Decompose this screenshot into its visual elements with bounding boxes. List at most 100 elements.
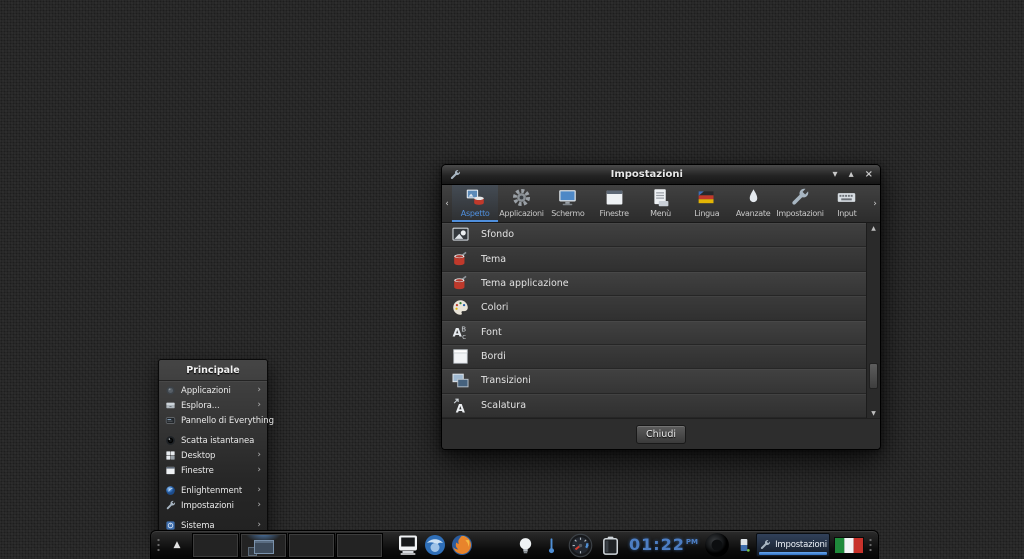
wallpaper-icon: [451, 225, 470, 244]
submenu-arrow-icon: ›: [257, 451, 261, 460]
menu-item-finestre[interactable]: Finestre›: [159, 463, 267, 478]
shelf-handle-left[interactable]: [156, 537, 161, 553]
menu-item-impostazioni[interactable]: Impostazioni›: [159, 498, 267, 513]
tab-label: Aspetto: [461, 209, 490, 218]
submenu-arrow-icon: ›: [257, 466, 261, 475]
settings-window: Impostazioni ▾ ▴ × ‹ Aspetto Applicazioni…: [441, 164, 881, 450]
list-scrollbar[interactable]: ▲ ▼: [866, 223, 880, 418]
paint-bucket-icon: [451, 274, 470, 293]
taskbar-item-impostazioni[interactable]: Impostazioni: [756, 533, 830, 557]
pager-desktop-1[interactable]: [193, 534, 238, 557]
wrench-icon: [789, 187, 810, 208]
list-item-transizioni[interactable]: Transizioni: [442, 369, 866, 393]
menu-item-label: Desktop: [181, 451, 252, 461]
clock[interactable]: 01:22 PM: [629, 534, 698, 556]
list-item-label: Sfondo: [481, 229, 514, 240]
desktop-grid-icon: [165, 450, 176, 461]
pager-window-thumbnail: [254, 540, 274, 554]
menu-item-enlightenment[interactable]: Enlightenment›: [159, 483, 267, 498]
italy-flag-icon[interactable]: [834, 537, 864, 554]
list-item-sfondo[interactable]: Sfondo: [442, 223, 866, 247]
list-item-tema[interactable]: Tema: [442, 247, 866, 271]
scroll-thumb[interactable]: [869, 363, 878, 389]
window-titlebar[interactable]: Impostazioni ▾ ▴ ×: [442, 165, 880, 185]
wrench-icon: [759, 539, 771, 551]
tab-menu[interactable]: Menù: [637, 185, 683, 222]
clock-meridiem: PM: [686, 539, 698, 546]
borders-icon: [451, 347, 470, 366]
chevron-up-button[interactable]: ▴: [849, 170, 854, 180]
menu-item-label: Applicazioni: [181, 386, 252, 396]
tab-label: Applicazioni: [499, 209, 543, 218]
tab-label: Finestre: [600, 209, 629, 218]
settings-category-list: Sfondo Tema Tema applicazione ColoriABcFont…: [442, 223, 880, 419]
start-button[interactable]: ▲: [165, 534, 189, 556]
tab-finestre[interactable]: Finestre: [591, 185, 637, 222]
shelf-handle-right[interactable]: [868, 537, 873, 553]
menu-item-label: Impostazioni: [181, 501, 252, 511]
list-item-tema-applicazione[interactable]: Tema applicazione: [442, 272, 866, 296]
list-item-scalatura[interactable]: AScalatura: [442, 394, 866, 418]
mixer-gadget[interactable]: [704, 532, 730, 558]
computer-launcher[interactable]: [396, 533, 420, 557]
menu-item-esplora[interactable]: Esplora...›: [159, 398, 267, 413]
tab-input[interactable]: Input: [824, 185, 870, 222]
tab-label: Input: [837, 209, 856, 218]
scroll-up-icon[interactable]: ▲: [867, 223, 880, 233]
scroll-track[interactable]: [869, 233, 878, 408]
scaling-icon: A: [451, 396, 470, 415]
input-devices-icon: [836, 187, 857, 208]
transitions-icon: [451, 371, 470, 390]
tab-lingua[interactable]: Lingua: [684, 185, 730, 222]
bottom-shelf: ▲ 01:22 PM Impostazioni: [150, 530, 879, 559]
tab-aspetto[interactable]: Aspetto: [452, 185, 498, 222]
temperature-gadget[interactable]: [542, 536, 561, 555]
tab-impostazioni[interactable]: Impostazioni: [776, 185, 823, 222]
tab-schermo[interactable]: Schermo: [545, 185, 591, 222]
tab-label: Lingua: [694, 209, 719, 218]
menu-title: Principale: [159, 362, 267, 381]
paint-bucket-icon: [451, 250, 470, 269]
lightbulb-gadget[interactable]: [515, 535, 536, 556]
tab-applicazioni[interactable]: Applicazioni: [498, 185, 544, 222]
svg-text:c: c: [462, 332, 466, 341]
enlightenment-icon: [165, 485, 176, 496]
menu-item-pannello-di-everything[interactable]: Pannello di Everything: [159, 413, 267, 428]
drop-icon: [743, 187, 764, 208]
close-button[interactable]: ×: [865, 170, 873, 180]
pager-desktop-2[interactable]: [241, 534, 286, 557]
desktop[interactable]: Impostazioni ▾ ▴ × ‹ Aspetto Applicazioni…: [0, 0, 1024, 559]
list-item-font[interactable]: ABcFont: [442, 321, 866, 345]
active-task-highlight: [759, 552, 827, 555]
chiudi-button[interactable]: Chiudi: [636, 425, 686, 444]
list-item-label: Tema: [481, 254, 506, 265]
firefox-launcher[interactable]: [450, 533, 474, 557]
scroll-down-icon[interactable]: ▼: [867, 408, 880, 418]
menu-page-icon: [650, 187, 671, 208]
list-item-colori[interactable]: Colori: [442, 296, 866, 320]
submenu-arrow-icon: ›: [257, 521, 261, 530]
tab-avanzate[interactable]: Avanzate: [730, 185, 776, 222]
toolbar-scroll-left-icon[interactable]: ‹: [442, 185, 452, 222]
list-item-bordi[interactable]: Bordi: [442, 345, 866, 369]
clock-time: 01:22: [629, 534, 685, 556]
pager-desktop-3[interactable]: [289, 534, 334, 557]
menu-item-scatta-istantanea[interactable]: Scatta istantanea: [159, 433, 267, 448]
menu-item-label: Sistema: [181, 521, 252, 531]
battery-gadget[interactable]: [600, 534, 623, 557]
menu-item-applicazioni[interactable]: Applicazioni›: [159, 383, 267, 398]
tab-label: Impostazioni: [776, 209, 823, 218]
screen-icon: [557, 187, 578, 208]
list-item-label: Tema applicazione: [481, 278, 569, 289]
pager-desktop-4[interactable]: [337, 534, 382, 557]
menu-item-desktop[interactable]: Desktop ›: [159, 448, 267, 463]
toolbar-scroll-right-icon[interactable]: ›: [870, 185, 880, 222]
tab-label: Schermo: [551, 209, 584, 218]
chevron-down-button[interactable]: ▾: [833, 170, 838, 180]
titlebar-wrench-icon: [449, 169, 461, 181]
thunderbird-launcher[interactable]: [423, 533, 447, 557]
window-icon: [165, 465, 176, 476]
settings-toolbar: ‹ Aspetto Applicazioni Schermo Finestre Menù…: [442, 185, 880, 223]
cpu-frequency-gadget[interactable]: [567, 532, 594, 559]
systray-device-gadget[interactable]: [736, 537, 752, 553]
